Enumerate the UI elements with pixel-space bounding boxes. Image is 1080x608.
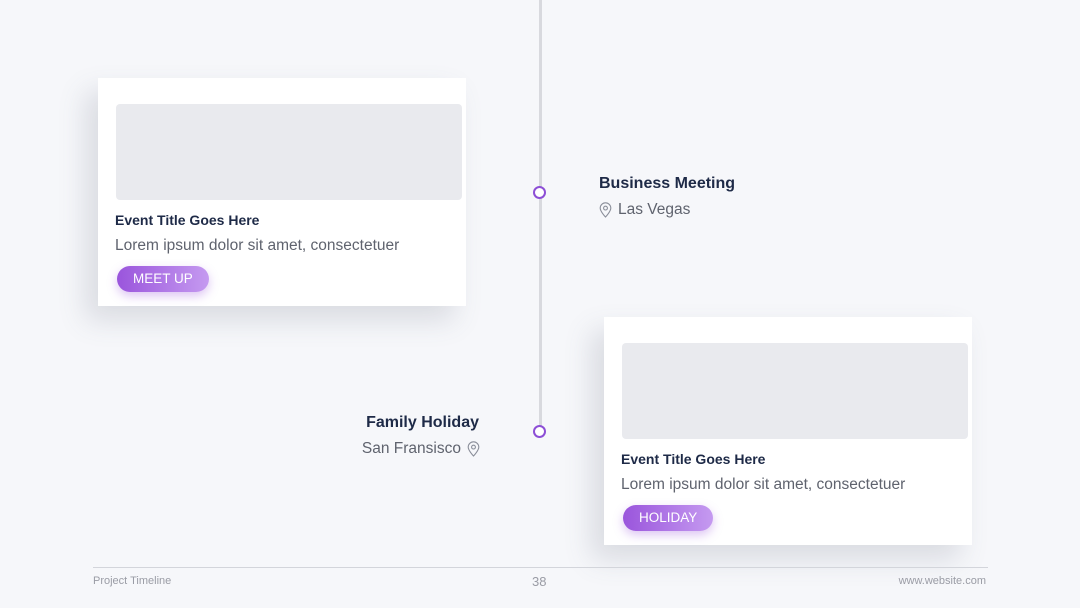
location-label: Las Vegas — [618, 201, 691, 218]
image-placeholder — [622, 343, 968, 439]
event-title: Family Holiday — [366, 414, 479, 431]
event-tag[interactable]: HOLIDAY — [623, 505, 714, 531]
event-card: Event Title Goes Here Lorem ipsum dolor … — [98, 78, 466, 306]
card-title: Event Title Goes Here — [115, 212, 260, 228]
event-location: Las Vegas — [599, 201, 690, 219]
event-tag[interactable]: MEET UP — [117, 266, 209, 292]
card-description: Lorem ipsum dolor sit amet, consectetuer — [115, 237, 400, 254]
image-placeholder — [116, 104, 462, 200]
footer-website: www.website.com — [898, 575, 986, 587]
map-pin-icon — [599, 202, 612, 218]
timeline-node — [533, 425, 546, 438]
map-pin-icon — [467, 441, 480, 457]
card-description: Lorem ipsum dolor sit amet, consectetuer — [621, 476, 906, 493]
page-number: 38 — [532, 574, 547, 589]
event-title: Business Meeting — [599, 175, 736, 192]
event-location: San Fransisco — [362, 440, 480, 458]
event-card: Event Title Goes Here Lorem ipsum dolor … — [604, 317, 972, 545]
card-title: Event Title Goes Here — [621, 451, 766, 467]
timeline-line — [539, 0, 542, 436]
footer-divider — [93, 567, 988, 568]
footer-title: Project Timeline — [93, 575, 172, 587]
location-label: San Fransisco — [361, 440, 461, 457]
timeline-node — [533, 186, 546, 199]
